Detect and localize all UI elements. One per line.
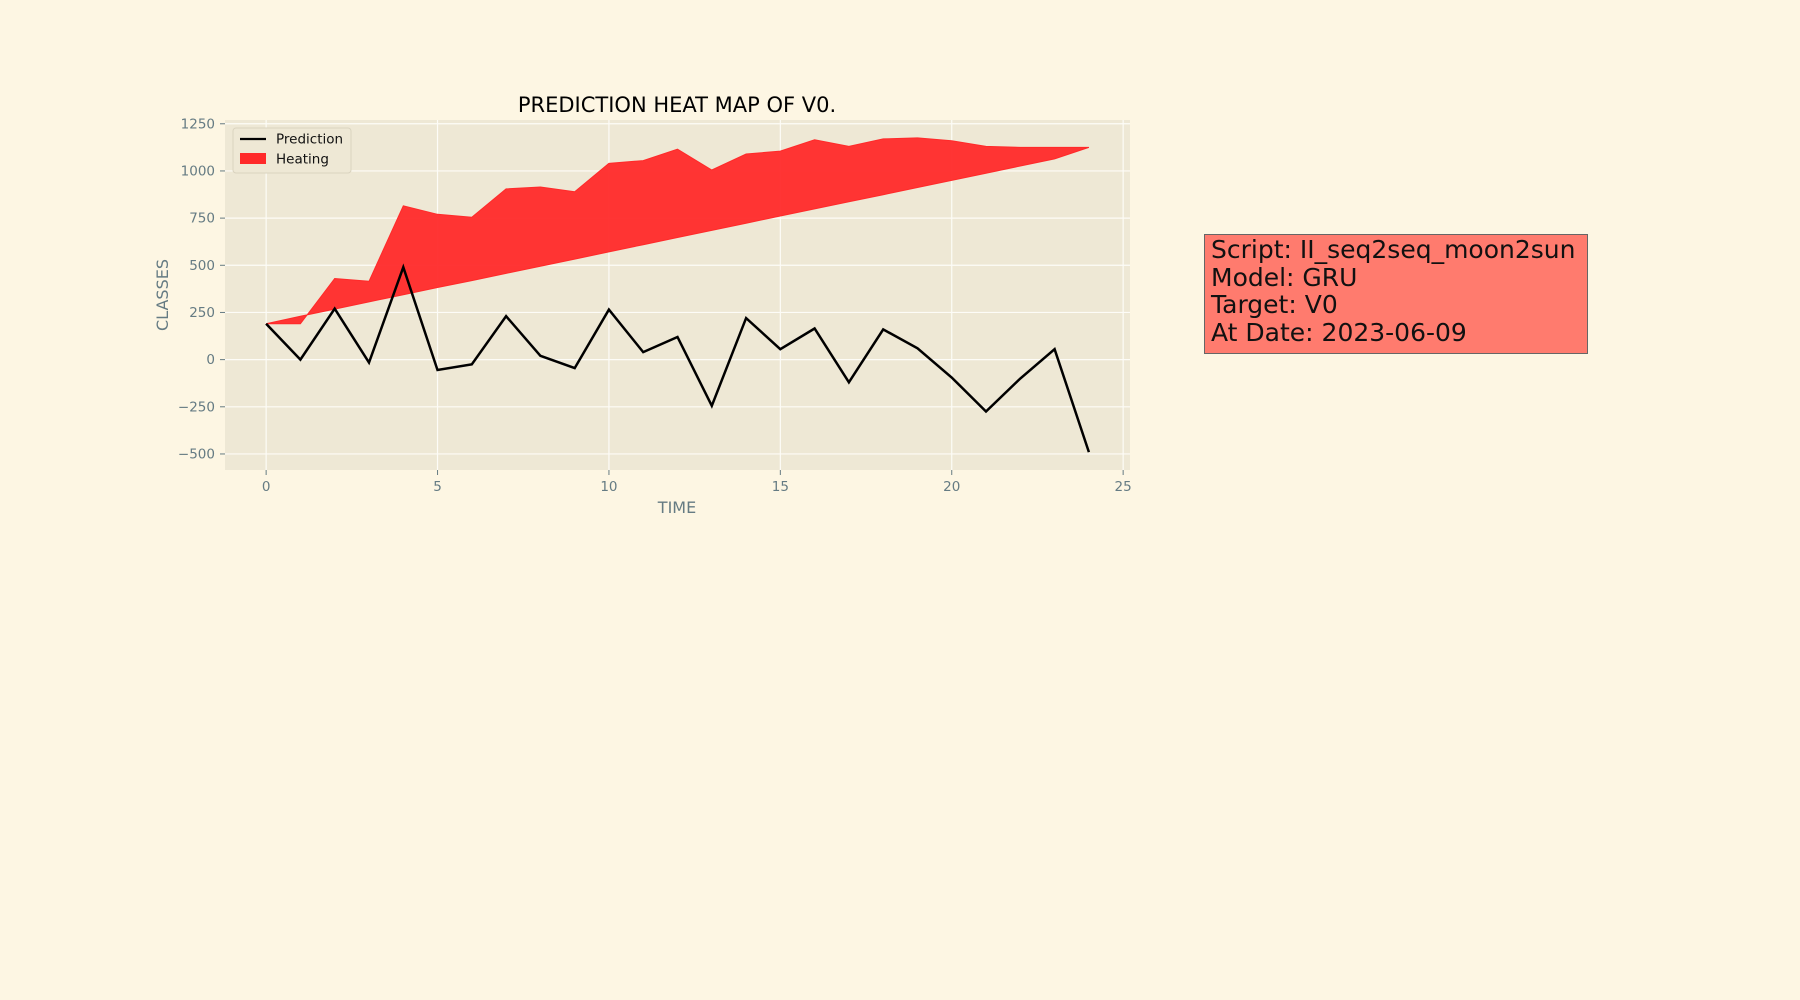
y-tick-label: −250 (178, 399, 215, 415)
y-tick-label: 1250 (181, 116, 215, 132)
chart-title: PREDICTION HEAT MAP OF V0. (518, 93, 836, 117)
legend: Prediction Heating (232, 127, 352, 174)
x-tick-label: 25 (1115, 479, 1132, 495)
y-tick-label: 750 (189, 211, 215, 227)
info-box: Script: II_seq2seq_moon2sun Model: GRU T… (1204, 234, 1588, 354)
x-tick-label: 20 (943, 479, 960, 495)
legend-heating-label: Heating (276, 152, 329, 168)
x-tick-label: 10 (600, 479, 617, 495)
legend-heating-swatch (240, 153, 266, 164)
info-script-line: Script: II_seq2seq_moon2sun (1211, 235, 1576, 264)
x-axis-label: TIME (657, 498, 696, 517)
y-tick-label: 500 (189, 258, 215, 274)
x-tick-label: 0 (262, 479, 271, 495)
y-tick-label: 0 (206, 352, 215, 368)
x-axis-ticks: 0 5 10 15 20 25 (262, 470, 1132, 495)
info-date-line: At Date: 2023-06-09 (1211, 317, 1467, 347)
chart-figure: 0 5 10 15 20 25 1250 1000 750 500 250 0 −250 −500 PR… (153, 93, 1132, 517)
y-tick-label: −500 (178, 446, 215, 462)
y-tick-label: 250 (189, 305, 215, 321)
info-model-line: Model: GRU (1211, 262, 1358, 292)
x-tick-label: 15 (772, 479, 789, 495)
y-axis-ticks: 1250 1000 750 500 250 0 −250 −500 (178, 116, 225, 462)
legend-prediction-label: Prediction (276, 132, 343, 148)
info-target-line: Target: V0 (1211, 290, 1338, 319)
y-tick-label: 1000 (181, 163, 215, 179)
y-axis-label: CLASSES (153, 259, 172, 331)
x-tick-label: 5 (433, 479, 442, 495)
